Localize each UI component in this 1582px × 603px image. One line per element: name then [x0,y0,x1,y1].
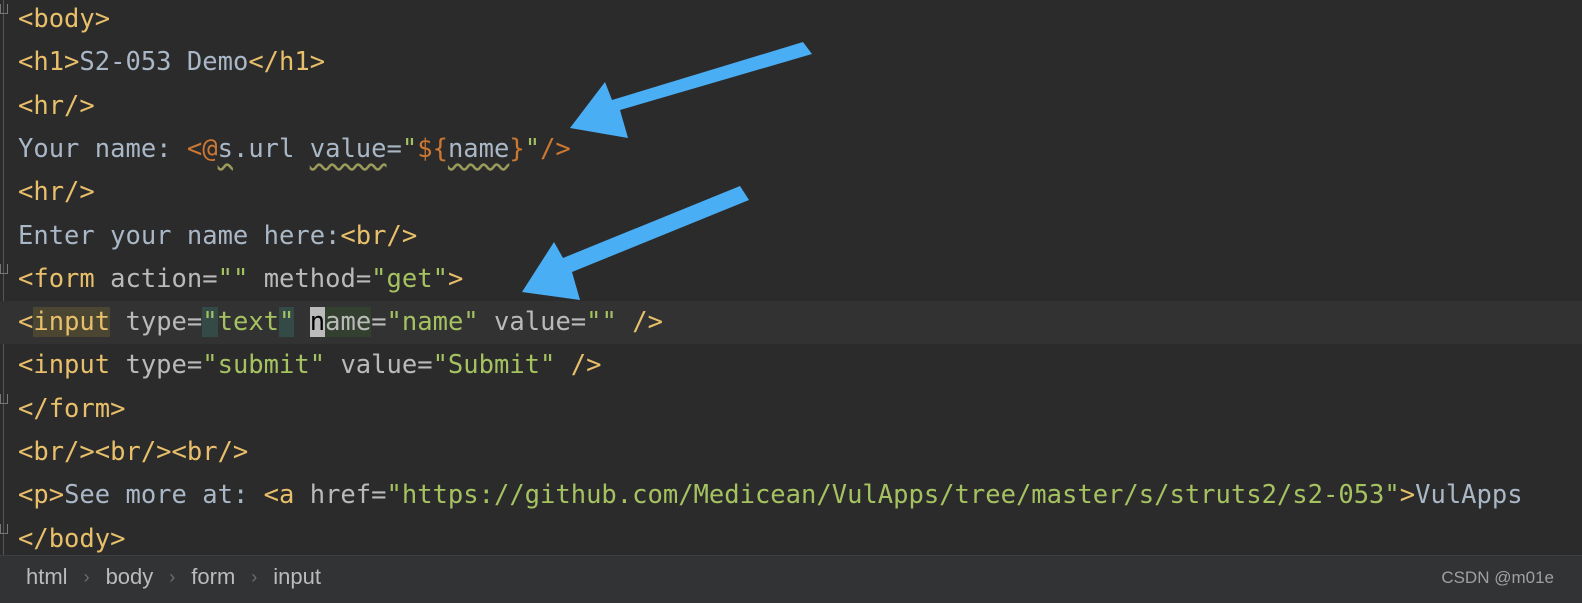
code-token: ame [325,307,372,338]
code-token: </form> [18,393,126,424]
code-token: "" [586,307,617,338]
code-line[interactable]: <br/><br/><br/> [0,431,1582,474]
chevron-right-icon: › [83,567,90,587]
watermark: CSDN @m01e [1441,568,1554,587]
code-token: </h1> [248,47,326,78]
code-token: } [509,133,525,164]
code-line[interactable]: <input type="text" name="name" value="" … [0,301,1582,345]
code-token: " [401,133,418,164]
code-token: = [355,263,372,294]
code-token: <@ [186,133,218,164]
code-token: = [371,480,387,511]
code-token: "Submit" [432,350,556,381]
fold-marker-icon[interactable] [0,263,8,274]
code-token: <p> [18,480,65,511]
code-token: <br/><br/><br/> [18,437,249,467]
code-token: > [447,263,464,294]
code-token: <a [263,480,310,511]
code-token: <input [18,350,126,381]
code-token: <br/> [340,220,418,251]
breadcrumb-item-body[interactable]: body [106,556,154,603]
code-line[interactable]: <h1>S2-053 Demo</h1> [0,41,1582,84]
code-token: type [125,307,187,338]
code-token: "" [217,263,249,294]
breadcrumb: html › body › form › input [26,556,321,603]
code-token: ${ [417,133,448,164]
code-token: s [217,133,233,164]
code-token: value [309,133,387,164]
code-token: VulApps [1415,480,1523,511]
code-line[interactable]: <form action="" method="get"> [0,258,1582,301]
code-token: Your name: [18,133,187,164]
code-token: <form [18,263,111,294]
code-token: <hr/> [18,90,95,121]
fold-marker-icon[interactable] [0,4,8,14]
code-token: Enter your name here: [18,220,341,251]
code-token: < [18,307,34,338]
code-token: href [309,480,372,511]
code-token: action [110,263,203,294]
code-line[interactable]: Your name: <@s.url value="${name}"/> [0,128,1582,171]
code-token: value [494,307,571,338]
code-token: = [186,350,203,381]
code-editor[interactable]: <body> <h1>S2-053 Demo</h1> <hr/> Your name… [0,0,1582,555]
chevron-right-icon: › [251,567,258,587]
code-token: = [417,350,433,381]
code-token: = [202,263,218,294]
code-token: <body> [18,4,111,34]
breadcrumb-item-input[interactable]: input [273,556,321,603]
code-token: > [1399,480,1416,511]
code-token: "https://github.com/Medicean/VulApps/tre… [386,480,1400,511]
code-token: name [447,133,510,164]
code-token: /> [555,350,602,381]
code-token: "name" [386,307,479,338]
fold-marker-icon[interactable] [0,523,8,534]
status-bar: html › body › form › input CSDN @m01e [0,555,1582,603]
code-line[interactable]: </body> [0,518,1582,555]
code-line[interactable]: <body> [0,0,1582,41]
code-token: /> [616,307,663,338]
code-token: " [202,307,218,338]
code-token: "submit" [202,350,326,381]
code-token: type [125,350,187,381]
code-line[interactable]: <hr/> [0,171,1582,214]
code-line[interactable]: <hr/> [0,85,1582,128]
code-token: text [217,307,280,338]
code-token: = [570,307,587,338]
code-line[interactable]: <p>See more at: <a href="https://github.… [0,474,1582,517]
code-token: See more at: [64,480,264,511]
code-token: S2-053 Demo [79,47,249,78]
code-line[interactable]: </form> [0,388,1582,431]
code-token: method [263,263,356,294]
code-token: " [524,133,541,164]
code-token: value [340,350,418,381]
code-token: /> [540,133,571,164]
code-token: = [386,133,402,164]
code-token: <h1> [18,47,80,78]
fold-marker-icon[interactable] [0,393,8,404]
code-token: "get" [371,263,448,294]
code-token: n [309,307,326,338]
code-token: </body> [18,523,126,554]
code-token: <hr/> [18,177,95,208]
code-token: input [33,307,111,338]
code-token: = [371,307,387,338]
chevron-right-icon: › [169,567,176,587]
code-line[interactable]: <input type="submit" value="Submit" /> [0,344,1582,387]
code-token: .url [232,133,310,164]
code-line[interactable]: Enter your name here:<br/> [0,215,1582,258]
breadcrumb-item-html[interactable]: html [26,556,68,603]
breadcrumb-item-form[interactable]: form [191,556,235,603]
code-token: " [279,307,295,338]
code-token: = [186,307,203,338]
